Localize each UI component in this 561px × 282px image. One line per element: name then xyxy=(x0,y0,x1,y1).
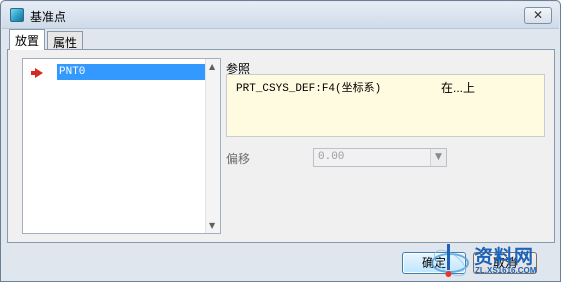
title-bar[interactable]: 基准点 ✕ xyxy=(2,2,559,29)
watermark-title: 资料网 xyxy=(474,247,535,268)
scroll-down-icon[interactable]: ▼ xyxy=(209,221,215,230)
close-button[interactable]: ✕ xyxy=(524,7,552,24)
watermark-logo-icon xyxy=(431,244,469,277)
window-title: 基准点 xyxy=(30,10,67,24)
offset-label: 偏移 xyxy=(226,152,251,166)
datum-point-dialog: 基准点 ✕ 放置 属性 PNT0 ▲ ▼ 参照 PRT_CSYS_DEF:F4(… xyxy=(0,0,561,282)
scroll-up-icon[interactable]: ▲ xyxy=(209,62,215,71)
app-icon xyxy=(10,8,24,22)
reference-constraint-type[interactable]: 在...上 xyxy=(441,79,475,96)
chevron-down-icon: ▼ xyxy=(430,149,446,166)
references-collector[interactable]: PRT_CSYS_DEF:F4(坐标系) 在...上 xyxy=(226,74,545,137)
offset-combobox: 0.00 ▼ xyxy=(313,148,447,167)
tab-label: 放置 xyxy=(15,34,40,48)
datum-point-list[interactable]: PNT0 ▲ ▼ xyxy=(22,58,221,234)
offset-value: 0.00 xyxy=(318,151,345,163)
watermark-url: ZL.XS1616.COM xyxy=(475,266,537,275)
tab-label: 属性 xyxy=(53,36,78,50)
tab-placement[interactable]: 放置 xyxy=(9,29,46,50)
list-scrollbar[interactable]: ▲ ▼ xyxy=(205,59,220,233)
red-arrow-pointer-icon xyxy=(31,68,43,78)
watermark: 资料网 ZL.XS1616.COM xyxy=(428,239,561,282)
reference-name[interactable]: PRT_CSYS_DEF:F4(坐标系) xyxy=(236,79,381,95)
close-icon: ✕ xyxy=(532,8,544,22)
placement-panel: PNT0 ▲ ▼ 参照 PRT_CSYS_DEF:F4(坐标系) 在...上 偏… xyxy=(7,49,555,243)
list-item-pnt0[interactable]: PNT0 xyxy=(57,64,205,80)
tab-properties[interactable]: 属性 xyxy=(47,31,84,50)
